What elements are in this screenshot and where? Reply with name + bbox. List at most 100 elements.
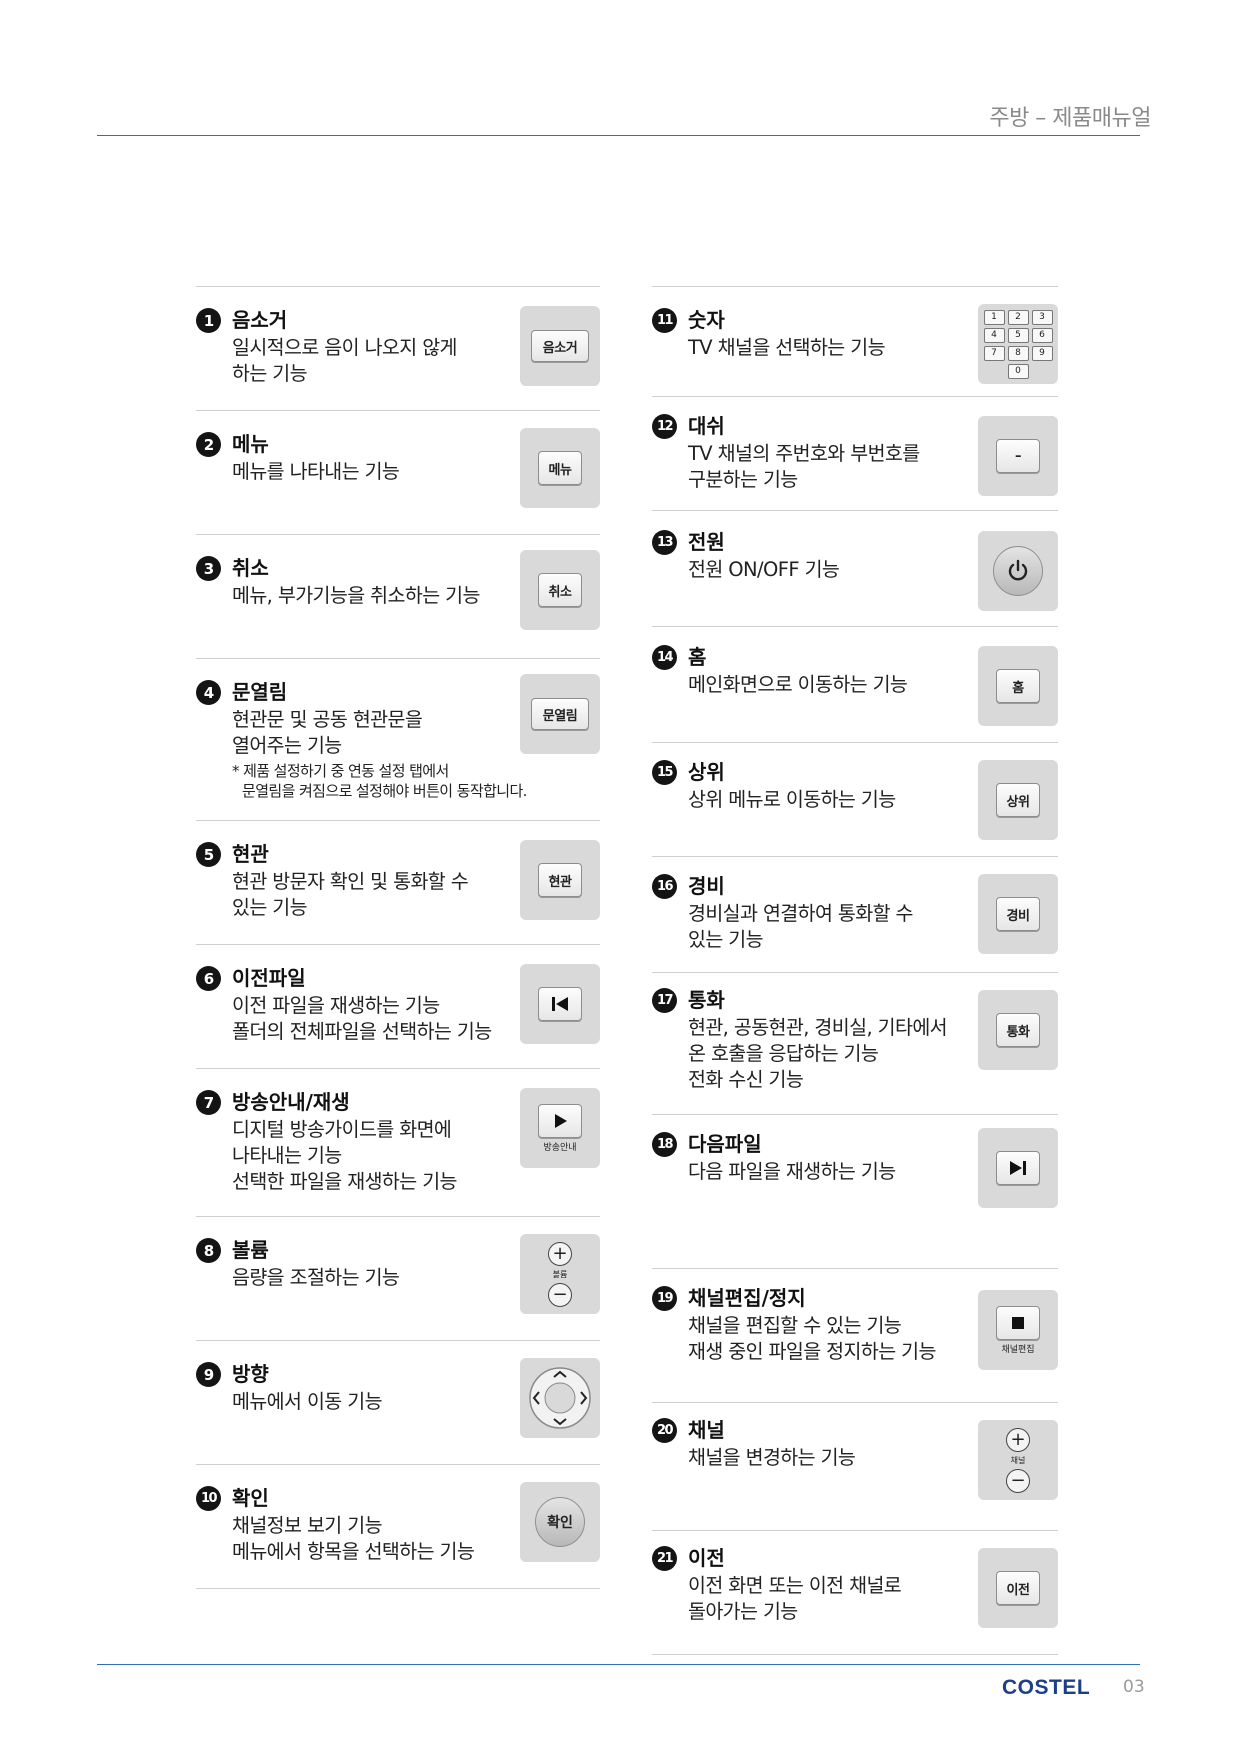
item-number-badge: 15 [652, 760, 677, 785]
description-line: 경비실과 연결하여 통화할 수 [688, 902, 913, 925]
button-illustration: – [978, 416, 1058, 496]
keypad-key: 6 [1031, 327, 1053, 343]
item-title: 이전 [688, 1546, 725, 1570]
keypad-key: 7 [983, 345, 1005, 361]
row-divider [196, 820, 600, 821]
item-description: 메뉴를 나타내는 기능 [232, 459, 400, 485]
item-number-badge: 19 [652, 1286, 677, 1311]
plus-icon: + [548, 1241, 572, 1266]
description-line: TV 채널의 주번호와 부번호를 [688, 442, 920, 465]
button-illustration: + 볼륨 − [520, 1234, 600, 1314]
row-divider [652, 1268, 1058, 1269]
button-illustration: 방송안내 [520, 1088, 600, 1168]
direction-pad-icon [529, 1367, 591, 1429]
item-number-badge: 14 [652, 645, 677, 670]
item-number-badge: 5 [196, 842, 221, 867]
ok-button: 확인 [535, 1497, 585, 1547]
description-line: 현관, 공동현관, 경비실, 기타에서 [688, 1016, 948, 1039]
description-line: 나타내는 기능 [232, 1144, 342, 1167]
description-line: 구분하는 기능 [688, 468, 798, 491]
item-description: 채널정보 보기 기능 메뉴에서 항목을 선택하는 기능 [232, 1513, 475, 1565]
item-number-badge: 2 [196, 432, 221, 457]
row-divider [652, 1654, 1058, 1655]
next-file-button [996, 1151, 1040, 1185]
item-description: 현관 방문자 확인 및 통화할 수 있는 기능 [232, 869, 469, 921]
item-description: 일시적으로 음이 나오지 않게 하는 기능 [232, 335, 457, 387]
item-number-badge: 1 [196, 308, 221, 333]
item-title: 채널 [688, 1418, 725, 1442]
item-title: 숫자 [688, 308, 725, 332]
row-divider [652, 1114, 1058, 1115]
item-number-badge: 3 [196, 556, 221, 581]
item-description: 채널을 편집할 수 있는 기능 재생 중인 파일을 정지하는 기능 [688, 1313, 936, 1365]
icon-button-stack: 방송안내 [538, 1103, 582, 1153]
row-divider [196, 286, 600, 287]
button-illustration: 통화 [978, 990, 1058, 1070]
item-title: 홈 [688, 645, 707, 669]
item-description: 전원 ON/OFF 기능 [688, 557, 840, 583]
item-title: 방송안내/재생 [232, 1090, 350, 1114]
description-line: 채널을 변경하는 기능 [688, 1446, 856, 1469]
row-divider [196, 1588, 600, 1589]
minus-icon: − [1006, 1468, 1030, 1493]
remote-button-14: 홈 [996, 669, 1040, 703]
description-line: 선택한 파일을 재생하는 기능 [232, 1170, 457, 1193]
description-line: 메인화면으로 이동하는 기능 [688, 673, 908, 696]
keypad-key: 9 [1031, 345, 1053, 361]
play-button [538, 1103, 582, 1138]
button-illustration: 음소거 [520, 306, 600, 386]
button-illustration: 메뉴 [520, 428, 600, 508]
keypad-key: 4 [983, 327, 1005, 343]
description-line: 있는 기능 [232, 896, 308, 919]
footer-divider [97, 1664, 1140, 1665]
button-sublabel: 방송안내 [543, 1142, 577, 1153]
item-description: 경비실과 연결하여 통화할 수 있는 기능 [688, 901, 913, 953]
item-title: 이전파일 [232, 966, 306, 990]
row-divider [652, 396, 1058, 397]
keypad-key: 1 [983, 309, 1005, 325]
button-illustration [520, 964, 600, 1044]
item-number-badge: 11 [652, 308, 677, 333]
row-divider [652, 626, 1058, 627]
item-description: 메인화면으로 이동하는 기능 [688, 672, 908, 698]
description-line: 다음 파일을 재생하는 기능 [688, 1160, 896, 1183]
button-illustration: 이전 [978, 1548, 1058, 1628]
description-line: 온 호출을 응답하는 기능 [688, 1042, 879, 1065]
minus-icon: − [548, 1282, 572, 1307]
description-line: 메뉴를 나타내는 기능 [232, 460, 400, 483]
item-number-badge: 13 [652, 530, 677, 555]
item-number-badge: 12 [652, 414, 677, 439]
row-divider [196, 410, 600, 411]
remote-button-4: 문열림 [531, 698, 589, 730]
note-line: * 제품 설정하기 중 연동 설정 탭에서 [232, 762, 449, 780]
description-line: TV 채널을 선택하는 기능 [688, 336, 886, 359]
keypad-key: 3 [1031, 309, 1053, 325]
item-description: 현관문 및 공동 현관문을 열어주는 기능 [232, 707, 423, 759]
item-description: 채널을 변경하는 기능 [688, 1445, 856, 1471]
row-divider [652, 1402, 1058, 1403]
item-description: 상위 메뉴로 이동하는 기능 [688, 787, 896, 813]
item-description: 메뉴, 부가기능을 취소하는 기능 [232, 583, 480, 609]
button-illustration: 문열림 [520, 674, 600, 754]
button-illustration: 경비 [978, 874, 1058, 954]
next-file-icon [1010, 1161, 1026, 1175]
description-line: 이전 파일을 재생하는 기능 [232, 994, 440, 1017]
prev-file-icon [552, 997, 568, 1011]
keypad-key: 5 [1007, 327, 1029, 343]
description-line: 폴더의 전체파일을 선택하는 기능 [232, 1020, 492, 1043]
item-number-badge: 8 [196, 1238, 221, 1263]
stop-button [996, 1305, 1040, 1340]
row-divider [196, 534, 600, 535]
row-divider [196, 1340, 600, 1341]
item-title: 음소거 [232, 308, 288, 332]
item-description: 디지털 방송가이드를 화면에 나타내는 기능 선택한 파일을 재생하는 기능 [232, 1117, 457, 1195]
page-number: 03 [1123, 1677, 1145, 1697]
remote-button-2: 메뉴 [538, 451, 582, 485]
row-divider [196, 1464, 600, 1465]
item-description: 다음 파일을 재생하는 기능 [688, 1159, 896, 1185]
item-number-badge: 4 [196, 680, 221, 705]
item-number-badge: 20 [652, 1418, 677, 1443]
description-line: 재생 중인 파일을 정지하는 기능 [688, 1340, 936, 1363]
button-illustration: 상위 [978, 760, 1058, 840]
item-description: 음량을 조절하는 기능 [232, 1265, 400, 1291]
